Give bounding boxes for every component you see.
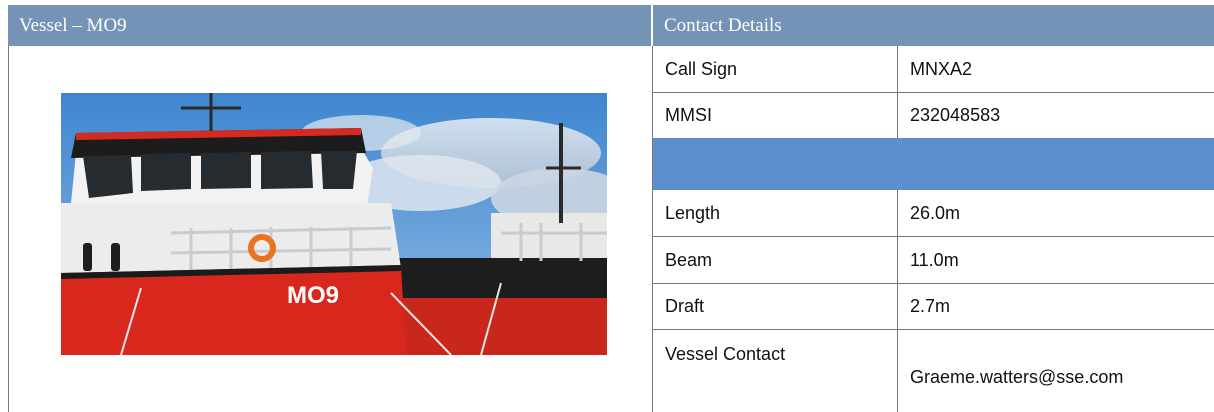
beam-label: Beam [665,249,713,270]
left-border [8,46,9,412]
beam-value: 11.0m [910,249,959,270]
mmsi-label: MMSI [665,105,712,125]
call-sign-value: MNXA2 [910,59,973,79]
length-value: 26.0m [910,203,961,223]
length-label: Length [665,203,721,223]
contact-panel-title: Contact Details [653,5,1214,46]
draft-value: 2.7m [910,296,951,316]
vessel-contact-label: Vessel Contact [665,343,786,364]
hull-name-text: MO9 [287,282,339,309]
section-band [653,138,1214,190]
draft-label: Draft [665,296,705,316]
vessel-panel-title: Vessel – MO9 [8,5,651,46]
call-sign-label: Call Sign [665,59,738,79]
vessel-contact-value[interactable]: Graeme.watters@sse.com [898,352,1214,402]
vessel-info-sheet: Vessel – MO9 Contact Details Call Sign M… [0,0,1214,412]
vessel-photo: MO9 [61,93,607,355]
mmsi-value: 232048583 [910,105,1001,125]
